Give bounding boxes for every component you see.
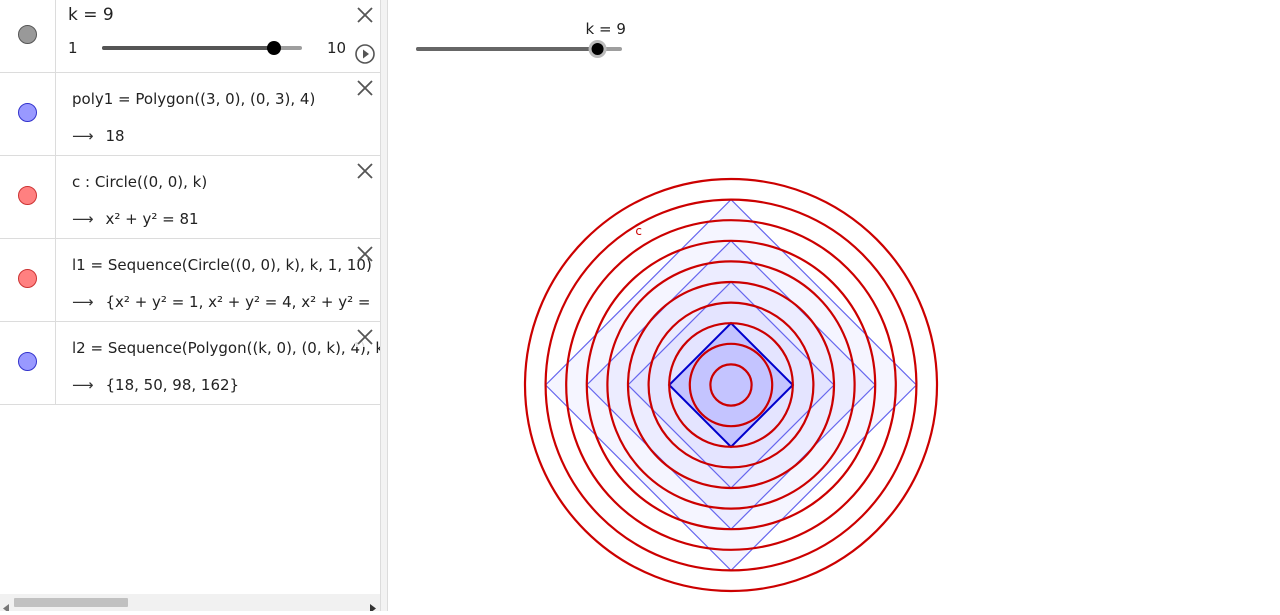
row-definition[interactable]: l1 = Sequence(Circle((0, 0), k), k, 1, 1… xyxy=(72,256,372,274)
close-icon[interactable] xyxy=(355,244,375,264)
graphics-slider-label: k = 9 xyxy=(586,20,626,38)
scroll-right-icon[interactable] xyxy=(370,598,376,611)
row-output: ⟶ x² + y² = 81 xyxy=(72,210,199,228)
algebra-slider-knob[interactable] xyxy=(267,41,282,55)
close-icon[interactable] xyxy=(355,327,375,347)
row-output-value: x² + y² = 81 xyxy=(105,210,199,228)
algebra-view: k = 9 1 10 poly1 = Polygon((3, 0), (0, 3… xyxy=(0,0,380,611)
output-arrow: ⟶ xyxy=(72,127,94,145)
horizontal-scrollbar[interactable] xyxy=(0,594,380,611)
marble-cell xyxy=(0,73,56,155)
graphics-canvas[interactable]: k = 9 c xyxy=(388,0,1280,611)
scrollbar-thumb[interactable] xyxy=(14,598,128,607)
slider-definition[interactable]: k = 9 xyxy=(68,5,114,25)
output-arrow: ⟶ xyxy=(72,293,94,311)
play-icon[interactable] xyxy=(354,43,376,65)
algebra-row-l1[interactable]: l1 = Sequence(Circle((0, 0), k), k, 1, 1… xyxy=(0,239,380,322)
slider-min-label: 1 xyxy=(68,39,78,57)
visibility-marble[interactable] xyxy=(18,25,37,44)
row-output-value: 18 xyxy=(105,127,125,145)
marble-cell xyxy=(0,0,56,72)
output-arrow: ⟶ xyxy=(72,210,94,228)
graphics-slider-knob[interactable] xyxy=(591,43,604,55)
row-output-value: {18, 50, 98, 162} xyxy=(105,376,240,394)
visibility-marble[interactable] xyxy=(18,103,37,122)
row-output: ⟶ {x² + y² = 1, x² + y² = 4, x² + y² = xyxy=(72,293,370,311)
algebra-slider-fill xyxy=(102,46,275,50)
close-icon[interactable] xyxy=(355,161,375,181)
row-definition[interactable]: c : Circle((0, 0), k) xyxy=(72,173,207,191)
algebra-row-poly1[interactable]: poly1 = Polygon((3, 0), (0, 3), 4) ⟶ 18 xyxy=(0,73,380,156)
marble-cell xyxy=(0,156,56,238)
row-output-value: {x² + y² = 1, x² + y² = 4, x² + y² = xyxy=(105,293,371,311)
row-output: ⟶ {18, 50, 98, 162} xyxy=(72,376,239,394)
visibility-marble[interactable] xyxy=(18,186,37,205)
visibility-marble[interactable] xyxy=(18,352,37,371)
row-definition[interactable]: l2 = Sequence(Polygon((k, 0), (0, k), 4)… xyxy=(72,339,380,357)
scroll-left-icon[interactable] xyxy=(3,598,9,611)
row-definition[interactable]: poly1 = Polygon((3, 0), (0, 3), 4) xyxy=(72,90,315,108)
marble-cell xyxy=(0,239,56,321)
algebra-row-c[interactable]: c : Circle((0, 0), k) ⟶ x² + y² = 81 xyxy=(0,156,380,239)
algebra-row-l2[interactable]: l2 = Sequence(Polygon((k, 0), (0, k), 4)… xyxy=(0,322,380,405)
output-arrow: ⟶ xyxy=(72,376,94,394)
panel-divider[interactable] xyxy=(380,0,388,611)
close-icon[interactable] xyxy=(355,78,375,98)
close-icon[interactable] xyxy=(355,5,375,25)
visibility-marble[interactable] xyxy=(18,269,37,288)
algebra-row-slider-k[interactable]: k = 9 1 10 xyxy=(0,0,380,73)
graphics-view[interactable]: k = 9 c xyxy=(388,0,1280,611)
polygon-sequence xyxy=(544,198,918,572)
row-output: ⟶ 18 xyxy=(72,127,125,145)
marble-cell xyxy=(0,322,56,404)
circle-label: c xyxy=(635,224,642,238)
slider-max-label: 10 xyxy=(327,39,347,57)
